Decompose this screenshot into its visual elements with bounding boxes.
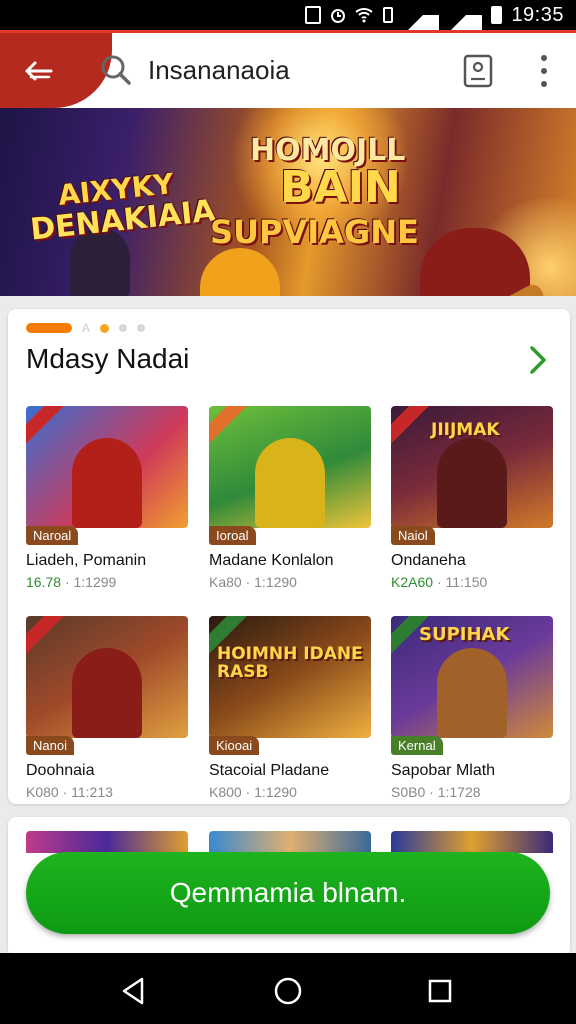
thumb-figure	[255, 438, 325, 528]
game-rating: K2A60	[391, 574, 434, 590]
thumb-ribbon	[209, 406, 254, 449]
thumb-figure	[72, 648, 142, 738]
thumb-ribbon	[26, 616, 71, 659]
game-badge: Naroal	[26, 526, 79, 545]
banner-title-line: SUPVIAGNE	[210, 213, 419, 251]
chevron-right-icon	[530, 346, 546, 374]
game-name: Liadeh, Pomanin	[26, 552, 147, 569]
game-badge: Nanoi	[26, 736, 74, 755]
game-name: Sapobar Mlath	[391, 762, 496, 779]
section-more-button[interactable]	[524, 345, 552, 375]
nav-back-button[interactable]	[118, 975, 150, 1007]
game-tile[interactable]: SUPIHAK Kernal Sapobar Mlath S0B0 · 1:17…	[391, 616, 553, 800]
nav-recents-button[interactable]	[426, 977, 454, 1005]
game-meta: K2A60 · 11:150	[391, 574, 487, 590]
more-vert-icon	[541, 55, 547, 61]
wifi-icon	[355, 6, 374, 24]
back-button[interactable]	[14, 47, 62, 95]
game-thumbnail	[26, 406, 188, 528]
more-vert-dot	[541, 81, 547, 87]
signal-icon	[448, 0, 483, 33]
game-tile[interactable]: Nanoi Doohnaia K080 · 11:213	[26, 616, 188, 800]
more-options-button[interactable]	[528, 51, 560, 91]
game-meta-text: K080 · 11:213	[26, 784, 113, 800]
clock: 19:35	[511, 3, 564, 26]
game-tile[interactable]: Naroal Liadeh, Pomanin 16.78 · 1:1299	[26, 406, 188, 590]
more-vert-dot	[541, 68, 547, 74]
thumb-figure	[72, 438, 142, 528]
nav-home-button[interactable]	[272, 975, 304, 1007]
banner-bear-figure	[200, 248, 280, 296]
games-section-card: A Mdasy Nadai Naroal Liadeh, Pomanin 16.…	[8, 309, 570, 804]
game-tile[interactable]: Ioroal Madane Konlalon Ka80 · 1:1290	[209, 406, 371, 590]
nav-back-icon	[122, 977, 144, 1005]
pager-dot	[119, 324, 128, 332]
game-rating: 16.78	[26, 574, 62, 590]
game-thumbnail-partial[interactable]	[391, 831, 553, 853]
game-name: Madane Konlalon	[209, 552, 334, 569]
thumb-title: JIIJMAK	[431, 420, 500, 440]
game-thumbnail	[26, 616, 188, 738]
pager-dot	[137, 324, 146, 332]
account-card-icon	[463, 54, 493, 88]
pager-dot-active	[26, 323, 72, 333]
status-bar: 19:35	[0, 0, 576, 33]
system-nav-bar	[0, 953, 576, 1024]
account-button[interactable]	[460, 53, 496, 89]
game-thumbnail: HOIMNH IDANE RASB	[209, 616, 371, 738]
thumb-title: HOIMNH IDANE RASB	[217, 644, 363, 682]
game-meta-text: · 11:150	[436, 574, 488, 590]
game-name: Ondaneha	[391, 552, 466, 569]
section-title: Mdasy Nadai	[26, 343, 190, 374]
thumb-figure	[437, 438, 507, 528]
game-thumbnail: JIIJMAK	[391, 406, 553, 528]
game-thumbnail-partial[interactable]	[26, 831, 188, 853]
game-badge: Kernal	[391, 736, 443, 755]
game-meta-text: K800 · 1:1290	[209, 784, 297, 800]
game-tile[interactable]: HOIMNH IDANE RASB Kiooai Stacoial Pladan…	[209, 616, 371, 800]
game-name: Doohnaia	[26, 762, 95, 779]
pager-label: A	[82, 321, 91, 335]
game-meta: S0B0 · 1:1728	[391, 784, 481, 800]
game-thumbnail: SUPIHAK	[391, 616, 553, 738]
thumb-title: SUPIHAK	[419, 624, 510, 645]
back-arrow-icon	[25, 61, 53, 81]
game-meta: 16.78 · 1:1299	[26, 574, 116, 590]
battery-icon	[491, 6, 503, 24]
game-meta-text: · 1:1299	[64, 574, 117, 590]
pager-dot	[100, 323, 110, 333]
notification-icon	[305, 6, 322, 24]
vibrate-icon	[380, 6, 396, 24]
game-meta-text: Ka80 · 1:1290	[209, 574, 297, 590]
thumb-figure	[437, 648, 507, 738]
game-thumbnail	[209, 406, 371, 528]
game-meta: K080 · 11:213	[26, 784, 113, 800]
signal-icon	[405, 0, 440, 33]
game-thumbnail-partial[interactable]	[209, 831, 371, 853]
game-badge: Naiol	[391, 526, 435, 545]
banner-title-line: BAIN	[280, 162, 401, 213]
game-meta-text: S0B0 · 1:1728	[391, 784, 481, 800]
search-field[interactable]: Insananaoia	[98, 45, 438, 95]
promo-banner[interactable]: AIXYKY DENAKIAIA HOMOJLL BAIN SUPVIAGNE	[0, 108, 576, 296]
game-tile[interactable]: JIIJMAK Naiol Ondaneha K2A60 · 11:150	[391, 406, 553, 590]
game-badge: Ioroal	[209, 526, 256, 545]
alarm-icon	[330, 6, 346, 24]
game-meta: K800 · 1:1290	[209, 784, 297, 800]
game-badge: Kiooai	[209, 736, 260, 755]
search-icon	[101, 55, 131, 85]
app-bar: Insananaoia	[0, 30, 576, 108]
game-meta: Ka80 · 1:1290	[209, 574, 297, 590]
nav-recents-icon	[428, 979, 452, 1003]
nav-home-icon	[274, 977, 302, 1005]
thumb-ribbon	[391, 406, 436, 449]
search-query: Insananaoia	[148, 54, 290, 85]
pager-indicator: A	[26, 321, 146, 335]
game-name: Stacoial Pladane	[209, 762, 330, 779]
primary-cta-button[interactable]: Qemmamia blnam.	[26, 852, 550, 934]
thumb-ribbon	[26, 406, 71, 449]
